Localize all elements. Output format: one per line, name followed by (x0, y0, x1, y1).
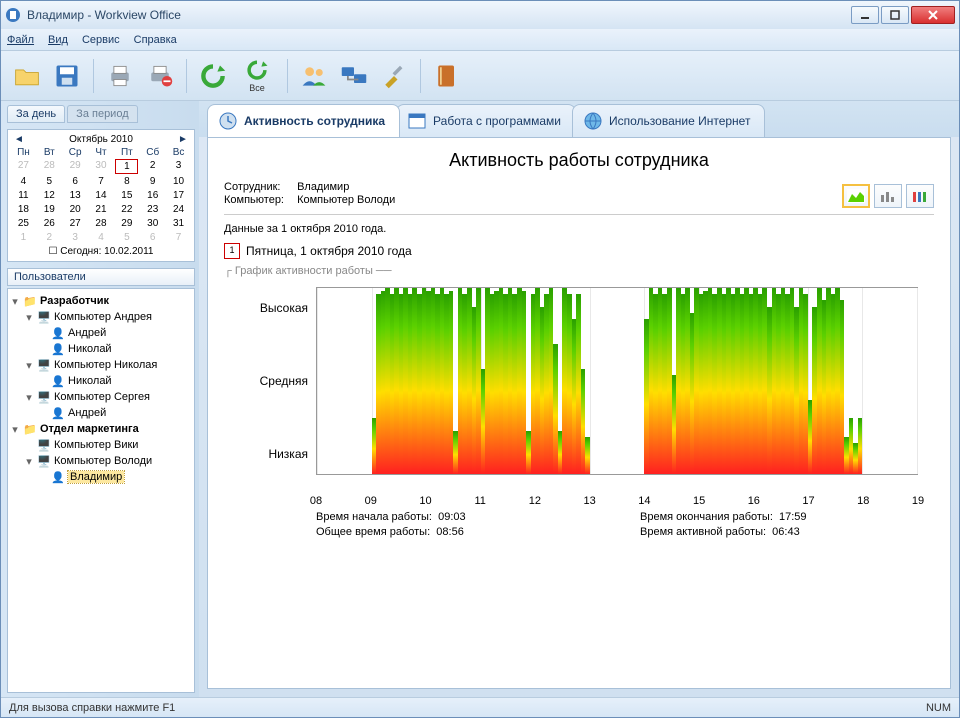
computers-button[interactable] (336, 58, 372, 94)
menu-file[interactable]: Файл (7, 34, 34, 46)
menu-view[interactable]: Вид (48, 34, 68, 46)
cal-prev-icon[interactable]: ◄ (12, 134, 26, 145)
app-icon (5, 7, 21, 23)
tab-day[interactable]: За день (7, 105, 65, 123)
computer-icon: 🖥️ (37, 438, 51, 452)
stat-total: 08:56 (436, 526, 464, 538)
data-date: Данные за 1 октября 2010 года. (224, 223, 934, 235)
calendar[interactable]: ◄ Октябрь 2010 ► ПнВтСрЧтПтСбВс272829301… (7, 129, 195, 262)
group-icon: 📁 (23, 294, 37, 308)
tree-selected-user[interactable]: 👤Владимир (38, 469, 192, 485)
print-button[interactable] (102, 58, 138, 94)
cal-next-icon[interactable]: ► (176, 134, 190, 145)
computer-icon: 🖥️ (37, 390, 51, 404)
print-cancel-button[interactable] (142, 58, 178, 94)
tab-programs[interactable]: Работа с программами (396, 104, 576, 137)
refresh-all-button[interactable]: Все (235, 58, 279, 94)
refresh-button[interactable] (195, 58, 231, 94)
user-tree[interactable]: ▾📁Разработчик ▾🖥️Компьютер Андрея 👤Андре… (7, 288, 195, 693)
window-icon (407, 111, 427, 131)
save-button[interactable] (49, 58, 85, 94)
cal-today[interactable]: ☐ Сегодня: 10.02.2011 (12, 246, 190, 257)
cal-title: Октябрь 2010 (69, 134, 133, 145)
user-icon: 👤 (51, 326, 65, 340)
calendar-day-icon: 1 (224, 243, 240, 259)
computer-name: Компьютер Володи (297, 194, 395, 206)
status-num: NUM (926, 702, 951, 714)
help-button[interactable] (429, 58, 465, 94)
status-help: Для вызова справки нажмите F1 (9, 702, 175, 714)
menu-service[interactable]: Сервис (82, 34, 120, 46)
users-button[interactable] (296, 58, 332, 94)
stat-start: 09:03 (438, 511, 466, 523)
tab-activity[interactable]: Активность сотрудника (207, 104, 400, 137)
window-title: Владимир - Workview Office (27, 8, 851, 22)
settings-button[interactable] (376, 58, 412, 94)
chart-type-stacked[interactable] (906, 184, 934, 208)
employee-name: Владимир (297, 181, 349, 193)
stat-end: 17:59 (779, 511, 807, 523)
globe-icon (583, 111, 603, 131)
user-icon: 👤 (51, 342, 65, 356)
page-title: Активность работы сотрудника (224, 150, 934, 171)
menu-help[interactable]: Справка (134, 34, 177, 46)
tab-period[interactable]: За период (67, 105, 137, 123)
clock-icon (218, 111, 238, 131)
maximize-button[interactable] (881, 6, 909, 24)
chart-type-bars[interactable] (874, 184, 902, 208)
open-button[interactable] (9, 58, 45, 94)
user-icon: 👤 (51, 374, 65, 388)
minimize-button[interactable] (851, 6, 879, 24)
close-button[interactable] (911, 6, 955, 24)
computer-icon: 🖥️ (37, 358, 51, 372)
computer-icon: 🖥️ (37, 310, 51, 324)
user-icon: 👤 (51, 470, 65, 484)
activity-chart: Высокая Средняя Низкая 08091011121314151… (224, 283, 934, 503)
users-header: Пользователи (7, 268, 195, 286)
computer-icon: 🖥️ (37, 454, 51, 468)
stat-active: 06:43 (772, 526, 800, 538)
tab-internet[interactable]: Использование Интернет (572, 104, 765, 137)
chart-type-area[interactable] (842, 184, 870, 208)
user-icon: 👤 (51, 406, 65, 420)
group-icon: 📁 (23, 422, 37, 436)
